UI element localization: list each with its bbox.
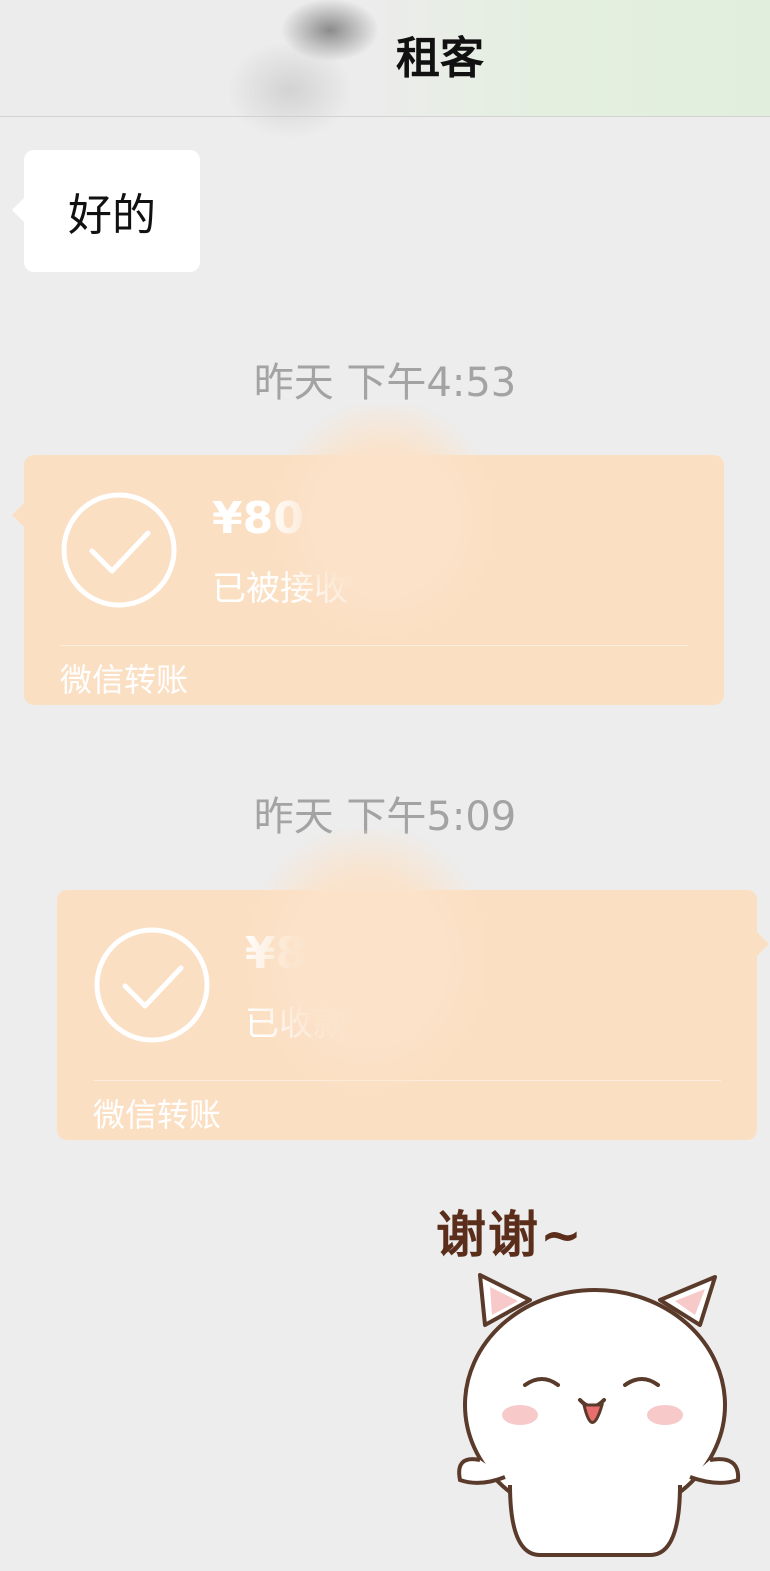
message-text: 好的 xyxy=(68,190,156,241)
check-circle-icon xyxy=(94,927,210,1043)
message-bubble-received[interactable]: 好的 xyxy=(12,150,200,272)
watermark: XIZI xyxy=(620,1418,714,1462)
check-circle-icon xyxy=(61,492,177,608)
transfer-label: 微信转账 xyxy=(93,1096,222,1134)
sticker-message[interactable]: 谢谢~ XIZI xyxy=(420,1195,760,1565)
transfer-card-sent[interactable]: ¥8 已收款 微信转账 xyxy=(57,830,769,1140)
timestamp: 昨天 下午4:53 xyxy=(253,360,517,406)
divider xyxy=(60,645,688,646)
chat-header: 租客 xyxy=(0,0,770,170)
chat-title: 租客 xyxy=(396,33,484,84)
transfer-amount: ¥8 xyxy=(245,928,307,979)
divider xyxy=(93,1080,721,1081)
transfer-label: 微信转账 xyxy=(60,661,189,699)
white-cat-sticker-icon xyxy=(457,1273,741,1557)
timestamp: 昨天 下午5:09 xyxy=(253,794,517,840)
transfer-card-received[interactable]: ¥80 已被接收 微信转账 xyxy=(12,405,724,705)
transfer-status: 已收款 xyxy=(245,1004,347,1044)
transfer-amount: ¥80 xyxy=(212,493,304,544)
transfer-status: 已被接收 xyxy=(212,569,348,609)
